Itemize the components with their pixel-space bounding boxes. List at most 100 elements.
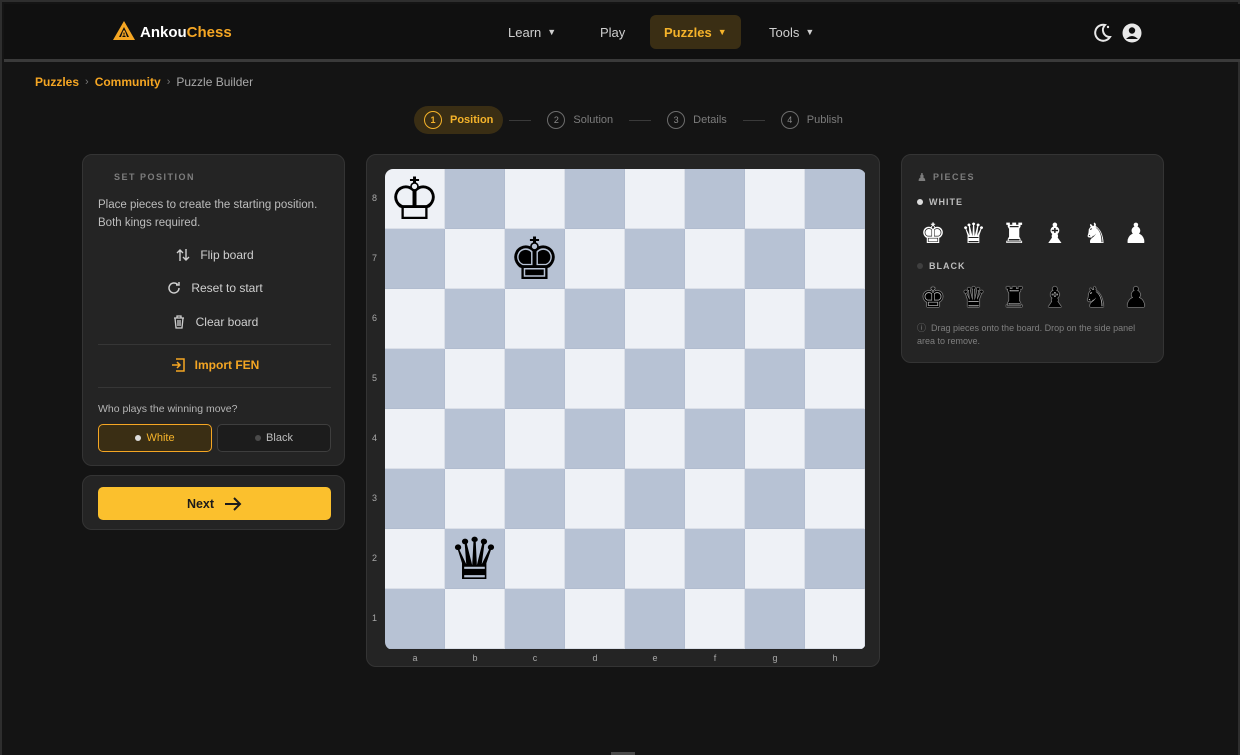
square-e2[interactable] xyxy=(625,529,685,589)
white-queen-tray-piece[interactable]: ♛ xyxy=(958,218,990,250)
square-a5[interactable] xyxy=(385,349,445,409)
square-d3[interactable] xyxy=(565,469,625,529)
square-g8[interactable] xyxy=(745,169,805,229)
nav-puzzles[interactable]: Puzzles ▼ xyxy=(650,15,741,49)
white-bishop-tray-piece[interactable]: ♝ xyxy=(1039,218,1071,250)
nav-play[interactable]: Play xyxy=(586,15,639,49)
square-c7[interactable]: ♚ xyxy=(505,229,565,289)
square-a2[interactable] xyxy=(385,529,445,589)
step-publish[interactable]: 4 Publish xyxy=(771,106,853,134)
square-d8[interactable] xyxy=(565,169,625,229)
square-h4[interactable] xyxy=(805,409,865,469)
square-c5[interactable] xyxy=(505,349,565,409)
white-knight-tray-piece[interactable]: ♞ xyxy=(1079,218,1111,250)
square-g2[interactable] xyxy=(745,529,805,589)
black-king-piece[interactable]: ♚ xyxy=(509,229,561,289)
square-d2[interactable] xyxy=(565,529,625,589)
black-rook-tray-piece[interactable]: ♜ xyxy=(998,282,1030,314)
square-e3[interactable] xyxy=(625,469,685,529)
side-black-button[interactable]: Black xyxy=(217,424,331,452)
black-king-tray-piece[interactable]: ♚ xyxy=(917,282,949,314)
square-e8[interactable] xyxy=(625,169,685,229)
square-h5[interactable] xyxy=(805,349,865,409)
import-fen-button[interactable]: Import FEN xyxy=(83,357,346,373)
black-queen-tray-piece[interactable]: ♛ xyxy=(958,282,990,314)
black-pawn-tray-piece[interactable]: ♟ xyxy=(1120,282,1152,314)
white-pawn-tray-piece[interactable]: ♟ xyxy=(1120,218,1152,250)
square-g7[interactable] xyxy=(745,229,805,289)
breadcrumb-puzzles[interactable]: Puzzles xyxy=(35,75,79,89)
square-f5[interactable] xyxy=(685,349,745,409)
square-d7[interactable] xyxy=(565,229,625,289)
nav-tools[interactable]: Tools ▼ xyxy=(755,15,828,49)
square-f1[interactable] xyxy=(685,589,745,649)
square-b6[interactable] xyxy=(445,289,505,349)
square-a6[interactable] xyxy=(385,289,445,349)
reset-button[interactable]: Reset to start xyxy=(83,280,346,296)
square-g4[interactable] xyxy=(745,409,805,469)
square-e7[interactable] xyxy=(625,229,685,289)
nav-learn[interactable]: Learn ▼ xyxy=(494,15,570,49)
square-c8[interactable] xyxy=(505,169,565,229)
clear-board-button[interactable]: Clear board xyxy=(83,314,346,330)
black-bishop-tray-piece[interactable]: ♝ xyxy=(1039,282,1071,314)
square-d6[interactable] xyxy=(565,289,625,349)
square-g1[interactable] xyxy=(745,589,805,649)
next-button[interactable]: Next xyxy=(98,487,331,520)
square-b7[interactable] xyxy=(445,229,505,289)
square-a4[interactable] xyxy=(385,409,445,469)
square-a1[interactable] xyxy=(385,589,445,649)
square-f7[interactable] xyxy=(685,229,745,289)
side-white-button[interactable]: White xyxy=(98,424,212,452)
square-e1[interactable] xyxy=(625,589,685,649)
square-b1[interactable] xyxy=(445,589,505,649)
moon-icon[interactable] xyxy=(1091,22,1113,44)
square-h8[interactable] xyxy=(805,169,865,229)
square-g3[interactable] xyxy=(745,469,805,529)
square-f4[interactable] xyxy=(685,409,745,469)
square-f6[interactable] xyxy=(685,289,745,349)
square-e5[interactable] xyxy=(625,349,685,409)
square-f3[interactable] xyxy=(685,469,745,529)
square-g5[interactable] xyxy=(745,349,805,409)
white-king-piece[interactable]: ♔ xyxy=(389,169,441,229)
step-details[interactable]: 3 Details xyxy=(657,106,737,134)
step-solution[interactable]: 2 Solution xyxy=(537,106,623,134)
square-f8[interactable] xyxy=(685,169,745,229)
square-d5[interactable] xyxy=(565,349,625,409)
chess-board[interactable]: ♔ ♚ ♛ xyxy=(385,169,866,650)
black-knight-tray-piece[interactable]: ♞ xyxy=(1079,282,1111,314)
square-e4[interactable] xyxy=(625,409,685,469)
square-h3[interactable] xyxy=(805,469,865,529)
square-f2[interactable] xyxy=(685,529,745,589)
square-b5[interactable] xyxy=(445,349,505,409)
step-position[interactable]: 1 Position xyxy=(414,106,504,134)
white-king-tray-piece[interactable]: ♚ xyxy=(917,218,949,250)
square-b2[interactable]: ♛ xyxy=(445,529,505,589)
square-a3[interactable] xyxy=(385,469,445,529)
square-c2[interactable] xyxy=(505,529,565,589)
square-d1[interactable] xyxy=(565,589,625,649)
square-h7[interactable] xyxy=(805,229,865,289)
user-circle-icon[interactable] xyxy=(1121,22,1143,44)
square-c3[interactable] xyxy=(505,469,565,529)
square-c1[interactable] xyxy=(505,589,565,649)
square-a8[interactable]: ♔ xyxy=(385,169,445,229)
square-b8[interactable] xyxy=(445,169,505,229)
square-a7[interactable] xyxy=(385,229,445,289)
white-rook-tray-piece[interactable]: ♜ xyxy=(998,218,1030,250)
square-b4[interactable] xyxy=(445,409,505,469)
square-h1[interactable] xyxy=(805,589,865,649)
breadcrumb-community[interactable]: Community xyxy=(95,75,161,89)
black-queen-piece[interactable]: ♛ xyxy=(449,529,501,589)
square-h6[interactable] xyxy=(805,289,865,349)
square-c4[interactable] xyxy=(505,409,565,469)
square-h2[interactable] xyxy=(805,529,865,589)
square-e6[interactable] xyxy=(625,289,685,349)
square-g6[interactable] xyxy=(745,289,805,349)
square-d4[interactable] xyxy=(565,409,625,469)
square-c6[interactable] xyxy=(505,289,565,349)
flip-board-button[interactable]: Flip board xyxy=(83,247,346,263)
logo[interactable]: A AnkouChess xyxy=(112,20,232,44)
square-b3[interactable] xyxy=(445,469,505,529)
